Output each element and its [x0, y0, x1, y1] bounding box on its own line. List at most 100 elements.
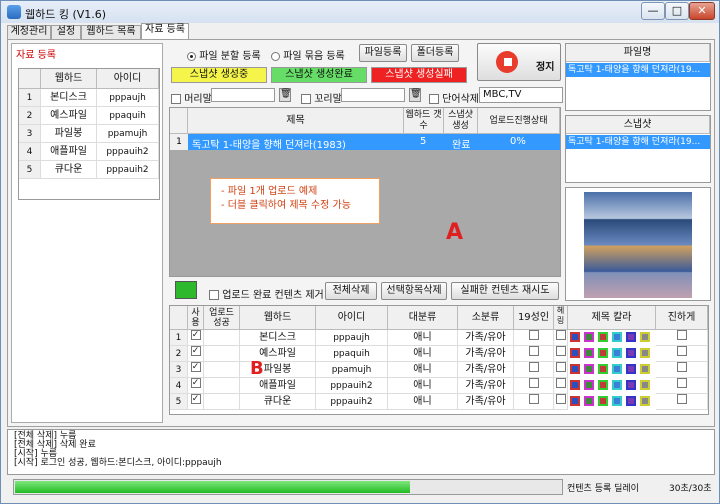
table-row[interactable]: 3 파일봉 ppamujh — [19, 125, 159, 143]
color-swatch[interactable] — [640, 348, 650, 358]
color-swatch[interactable] — [626, 364, 636, 374]
col-progress: 업로드진행상태 — [478, 108, 560, 134]
color-swatch[interactable] — [612, 364, 622, 374]
color-swatch[interactable] — [626, 332, 636, 342]
section-label: 자료 등록 — [16, 50, 56, 61]
adult-checkbox[interactable] — [514, 378, 554, 394]
status-creating: 스냅샷 생성중 — [171, 67, 267, 83]
retry-failed-button[interactable]: 실패한 컨텐츠 재시도 — [451, 282, 559, 300]
table-row[interactable]: 5 큐다운 pppauih2 — [19, 161, 159, 179]
title-bar: 웹하드 킹 (V1.6) — □ ✕ — [1, 1, 719, 23]
radio-split[interactable]: 파일 분할 등록 — [187, 47, 261, 62]
color-swatch[interactable] — [612, 348, 622, 358]
adult-checkbox[interactable] — [514, 330, 554, 346]
adult-checkbox[interactable] — [514, 362, 554, 378]
color-swatch[interactable] — [612, 380, 622, 390]
color-swatch[interactable] — [612, 396, 622, 406]
color-swatch[interactable] — [598, 332, 608, 342]
trash-icon[interactable]: 🗑 — [409, 88, 421, 102]
color-swatch[interactable] — [598, 348, 608, 358]
table-row[interactable]: 4 애플파일 pppauih2 애니 가족/유아 — [170, 378, 708, 394]
color-swatch[interactable] — [640, 364, 650, 374]
webhard-grid: 웹하드 아이디 1 본디스크 pppaujh 2 예스파일 ppaquih 3 파일… — [18, 68, 160, 200]
color-swatch[interactable] — [598, 380, 608, 390]
color-swatch[interactable] — [598, 364, 608, 374]
bold-checkbox[interactable] — [656, 394, 708, 410]
maximize-button[interactable]: □ — [665, 2, 689, 20]
col-header-id: 아이디 — [97, 69, 159, 89]
color-swatch[interactable] — [584, 364, 594, 374]
minimize-button[interactable]: — — [641, 2, 665, 20]
table-row[interactable]: 1 본디스크 pppaujh — [19, 89, 159, 107]
table-row[interactable]: 1 본디스크 pppaujh 애니 가족/유아 — [170, 330, 708, 346]
color-swatch[interactable] — [640, 332, 650, 342]
bold-checkbox[interactable] — [656, 362, 708, 378]
close-button[interactable]: ✕ — [689, 2, 715, 20]
col-title: 제목 — [188, 108, 404, 134]
footer-checkbox[interactable]: 꼬리말 — [301, 90, 342, 105]
color-swatch[interactable] — [612, 332, 622, 342]
delete-all-button[interactable]: 전체삭제 — [325, 282, 377, 300]
window-title: 웹하드 킹 (V1.6) — [25, 8, 107, 21]
bold-checkbox[interactable] — [656, 330, 708, 346]
color-swatch[interactable] — [626, 380, 636, 390]
use-checkbox[interactable] — [188, 378, 204, 394]
bold-checkbox[interactable] — [656, 378, 708, 394]
remove-done-checkbox[interactable]: 업로드 완료 컨텐츠 제거 — [209, 286, 324, 301]
table-row[interactable]: 2 예스파일 ppaquih — [19, 107, 159, 125]
tab-webhard-list[interactable]: 웹하드 목록 — [81, 25, 141, 39]
list-item[interactable]: 1 독고탁 1-태양을 향해 던져라(1983) 5 완료 0% — [170, 134, 560, 151]
highlight-checkbox[interactable] — [554, 378, 568, 394]
use-checkbox[interactable] — [188, 394, 204, 410]
color-swatch[interactable] — [626, 396, 636, 406]
color-swatch[interactable] — [570, 396, 580, 406]
use-checkbox[interactable] — [188, 346, 204, 362]
progress-fill — [15, 481, 410, 493]
color-swatch[interactable] — [584, 380, 594, 390]
highlight-checkbox[interactable] — [554, 330, 568, 346]
adult-checkbox[interactable] — [514, 346, 554, 362]
tab-register[interactable]: 자료 등록 — [141, 23, 189, 40]
use-checkbox[interactable] — [188, 330, 204, 346]
color-swatch[interactable] — [626, 348, 636, 358]
color-swatch[interactable] — [570, 380, 580, 390]
color-swatch[interactable] — [570, 332, 580, 342]
stop-button[interactable]: 정지 — [477, 43, 561, 81]
color-swatch[interactable] — [640, 380, 650, 390]
bold-checkbox[interactable] — [656, 346, 708, 362]
highlight-checkbox[interactable] — [554, 362, 568, 378]
bulk-delete-checkbox[interactable]: 단어삭제 — [429, 90, 479, 105]
color-swatch[interactable] — [584, 396, 594, 406]
filename-value[interactable]: 독고탁 1-태양을 향해 던져라(19... — [566, 63, 710, 77]
tab-settings[interactable]: 설정 — [51, 25, 81, 39]
table-row[interactable]: 4 애플파일 pppauih2 — [19, 143, 159, 161]
use-checkbox[interactable] — [188, 362, 204, 378]
color-swatch[interactable] — [584, 332, 594, 342]
table-row[interactable]: 5 큐다운 pppauih2 애니 가족/유아 — [170, 394, 708, 410]
file-register-button[interactable]: 파일등록 — [359, 44, 407, 62]
folder-register-button[interactable]: 폴더등록 — [411, 44, 459, 62]
bulk-delete-input[interactable]: MBC,TV — [479, 87, 563, 103]
delay-label: 컨텐츠 등록 딜레이 — [567, 484, 639, 494]
snapshot-value[interactable]: 독고탁 1-태양을 향해 던져라(19... — [566, 135, 710, 149]
adult-checkbox[interactable] — [514, 394, 554, 410]
preview-image — [584, 192, 692, 298]
color-swatch[interactable] — [640, 396, 650, 406]
filename-panel: 파일명 독고탁 1-태양을 향해 던져라(19... — [565, 43, 711, 111]
delete-selected-button[interactable]: 선택항목삭제 — [381, 282, 447, 300]
header-input[interactable] — [211, 88, 275, 102]
content-list: 제목 웹하드 갯수 스냅샷 생성 업로드진행상태 1 독고탁 1-태양을 향해 … — [169, 107, 561, 277]
radio-bundle[interactable]: 파일 묶음 등록 — [271, 47, 345, 62]
color-swatch[interactable] — [570, 348, 580, 358]
header-checkbox[interactable]: 머리말 — [171, 90, 212, 105]
highlight-checkbox[interactable] — [554, 394, 568, 410]
color-swatch[interactable] — [584, 348, 594, 358]
app-window: 웹하드 킹 (V1.6) — □ ✕ 계정관리 설정 웹하드 목록 자료 등록 … — [0, 0, 720, 504]
highlight-checkbox[interactable] — [554, 346, 568, 362]
color-swatch[interactable] — [570, 364, 580, 374]
tab-account[interactable]: 계정관리 — [7, 25, 51, 39]
color-swatch[interactable] — [598, 396, 608, 406]
log-area[interactable]: [전체 삭제] 누름 [전체 삭제] 삭제 완료 [시작] 누름 [시작] 로그… — [7, 429, 715, 475]
footer-input[interactable] — [341, 88, 405, 102]
trash-icon[interactable]: 🗑 — [279, 88, 291, 102]
